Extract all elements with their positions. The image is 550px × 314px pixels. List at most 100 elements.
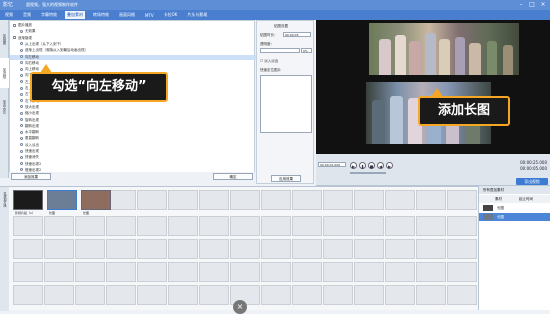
timeline-slot[interactable]	[261, 285, 291, 305]
tab-add-border[interactable]: 加边框	[0, 58, 9, 88]
timeline-slot[interactable]	[416, 262, 446, 282]
timeline-slot[interactable]	[137, 216, 167, 236]
timeline-clip[interactable]	[81, 190, 111, 210]
effect-list-item[interactable]: 旋转出现	[10, 118, 256, 123]
effect-list-item[interactable]: 快速出现2	[10, 162, 256, 167]
rewind-icon[interactable]: ◀	[377, 162, 384, 169]
timeline-slot[interactable]	[447, 216, 477, 236]
timeline-slot[interactable]	[323, 285, 353, 305]
timeline-slot[interactable]	[75, 216, 105, 236]
play-icon[interactable]: ▶	[350, 162, 357, 169]
timeline-slot[interactable]	[168, 285, 198, 305]
timeline-slot[interactable]	[199, 216, 229, 236]
radio-icon[interactable]	[20, 55, 23, 58]
timeline-slot[interactable]	[13, 262, 43, 282]
timeline-slot[interactable]	[106, 216, 136, 236]
forward-icon[interactable]: ▶	[386, 162, 393, 169]
timeline-slot[interactable]	[323, 262, 353, 282]
radio-icon[interactable]	[20, 162, 23, 166]
menu-item[interactable]: 片头与影尾	[185, 11, 209, 19]
ok-button[interactable]: 确定	[213, 173, 253, 180]
radio-icon[interactable]	[20, 155, 23, 159]
effect-list-item[interactable]: 淡入淡出	[10, 143, 256, 148]
effect-list-item[interactable]: 逐渐上出现（渐隐从入到最后动画出现）	[10, 48, 256, 53]
radio-icon[interactable]	[20, 143, 23, 147]
radio-icon[interactable]	[20, 168, 23, 172]
apply-effect-button[interactable]: 应用效果	[271, 175, 301, 182]
menu-item[interactable]: 叠加素材	[65, 11, 85, 19]
timeline-slot[interactable]	[44, 285, 74, 305]
timeline-slot[interactable]	[13, 239, 43, 259]
timeline-slot[interactable]	[323, 190, 353, 210]
timeline-slot[interactable]	[230, 190, 260, 210]
opacity-slider[interactable]	[260, 48, 300, 53]
timeline-tab-added[interactable]: 已添加片段	[0, 189, 9, 209]
timeline-slot[interactable]	[137, 262, 167, 282]
timeline-slot[interactable]	[230, 262, 260, 282]
timeline-slot[interactable]	[385, 190, 415, 210]
timeline-slot[interactable]	[385, 262, 415, 282]
timeline-slot[interactable]	[106, 285, 136, 305]
timeline-slot[interactable]	[44, 262, 74, 282]
expand-icon[interactable]	[13, 23, 16, 27]
radio-icon[interactable]	[20, 130, 23, 134]
timeline-slot[interactable]	[416, 216, 446, 236]
timeline-slot[interactable]	[292, 262, 322, 282]
timeline-slot[interactable]	[354, 285, 384, 305]
timeline-slot[interactable]	[292, 190, 322, 210]
timeline-slot[interactable]	[292, 285, 322, 305]
add-effect-button[interactable]: 添加效果	[11, 173, 51, 180]
radio-icon[interactable]	[20, 29, 23, 33]
close-circle-icon[interactable]: ×	[233, 300, 247, 314]
timeline-slot[interactable]	[168, 262, 198, 282]
effect-group-header[interactable]: 图片播放	[10, 23, 256, 28]
effect-list-item[interactable]: 水平翻转	[10, 130, 256, 135]
timeline-slot[interactable]	[75, 239, 105, 259]
timeline-slot[interactable]	[44, 216, 74, 236]
timeline-slot[interactable]	[75, 285, 105, 305]
timeline-slot[interactable]	[447, 262, 477, 282]
timeline-slot[interactable]	[354, 239, 384, 259]
timeline-slot[interactable]	[230, 239, 260, 259]
volume-slider[interactable]	[350, 172, 386, 174]
timeline-slot[interactable]	[416, 239, 446, 259]
close-icon[interactable]: ×	[539, 1, 547, 9]
radio-icon[interactable]	[20, 42, 23, 46]
effect-list-item[interactable]: 无效果	[10, 29, 256, 34]
overlay-row-selected[interactable]: 长图	[479, 213, 550, 221]
opacity-value[interactable]: 0%	[301, 48, 312, 53]
radio-icon[interactable]	[20, 118, 23, 121]
effect-list-item[interactable]: 快速消失	[10, 155, 256, 160]
timeline-slot[interactable]	[137, 190, 167, 210]
minimize-icon[interactable]: –	[517, 1, 525, 9]
radio-icon[interactable]	[20, 105, 23, 109]
timeline-slot[interactable]	[137, 285, 167, 305]
timeline-slot[interactable]	[354, 262, 384, 282]
menu-item[interactable]: 视频	[3, 11, 15, 19]
timeline-slot[interactable]	[447, 285, 477, 305]
expand-icon[interactable]	[13, 36, 16, 40]
timeline-slot[interactable]	[261, 239, 291, 259]
effect-list-item[interactable]: 垂直翻转	[10, 136, 256, 141]
radio-icon[interactable]	[20, 86, 23, 90]
radio-icon[interactable]	[20, 149, 23, 153]
tab-remove-watermark[interactable]: 加去水印	[0, 92, 9, 122]
timeline-slot[interactable]	[385, 239, 415, 259]
maximize-icon[interactable]: □	[528, 1, 536, 9]
stop-icon[interactable]: ■	[368, 162, 375, 169]
export-video-button[interactable]: 导出视频	[516, 178, 548, 185]
timeline-slot[interactable]	[44, 239, 74, 259]
timeline-slot[interactable]	[199, 239, 229, 259]
timeline-slot[interactable]	[292, 216, 322, 236]
radio-icon[interactable]	[20, 124, 23, 128]
menu-item[interactable]: 音频	[21, 11, 33, 19]
timeline-slot[interactable]	[323, 239, 353, 259]
timeline-slot[interactable]	[199, 262, 229, 282]
timeline-clip[interactable]	[47, 190, 77, 210]
duration-input[interactable]: 00:00:05	[283, 32, 311, 37]
timeline-slot[interactable]	[261, 262, 291, 282]
menu-item[interactable]: 转场特效	[91, 11, 111, 19]
effect-list-item[interactable]: 放大出现	[10, 105, 256, 110]
radio-icon[interactable]	[20, 99, 23, 103]
option-fade-checkbox[interactable]: ☐ 淡入淡出	[260, 59, 278, 64]
